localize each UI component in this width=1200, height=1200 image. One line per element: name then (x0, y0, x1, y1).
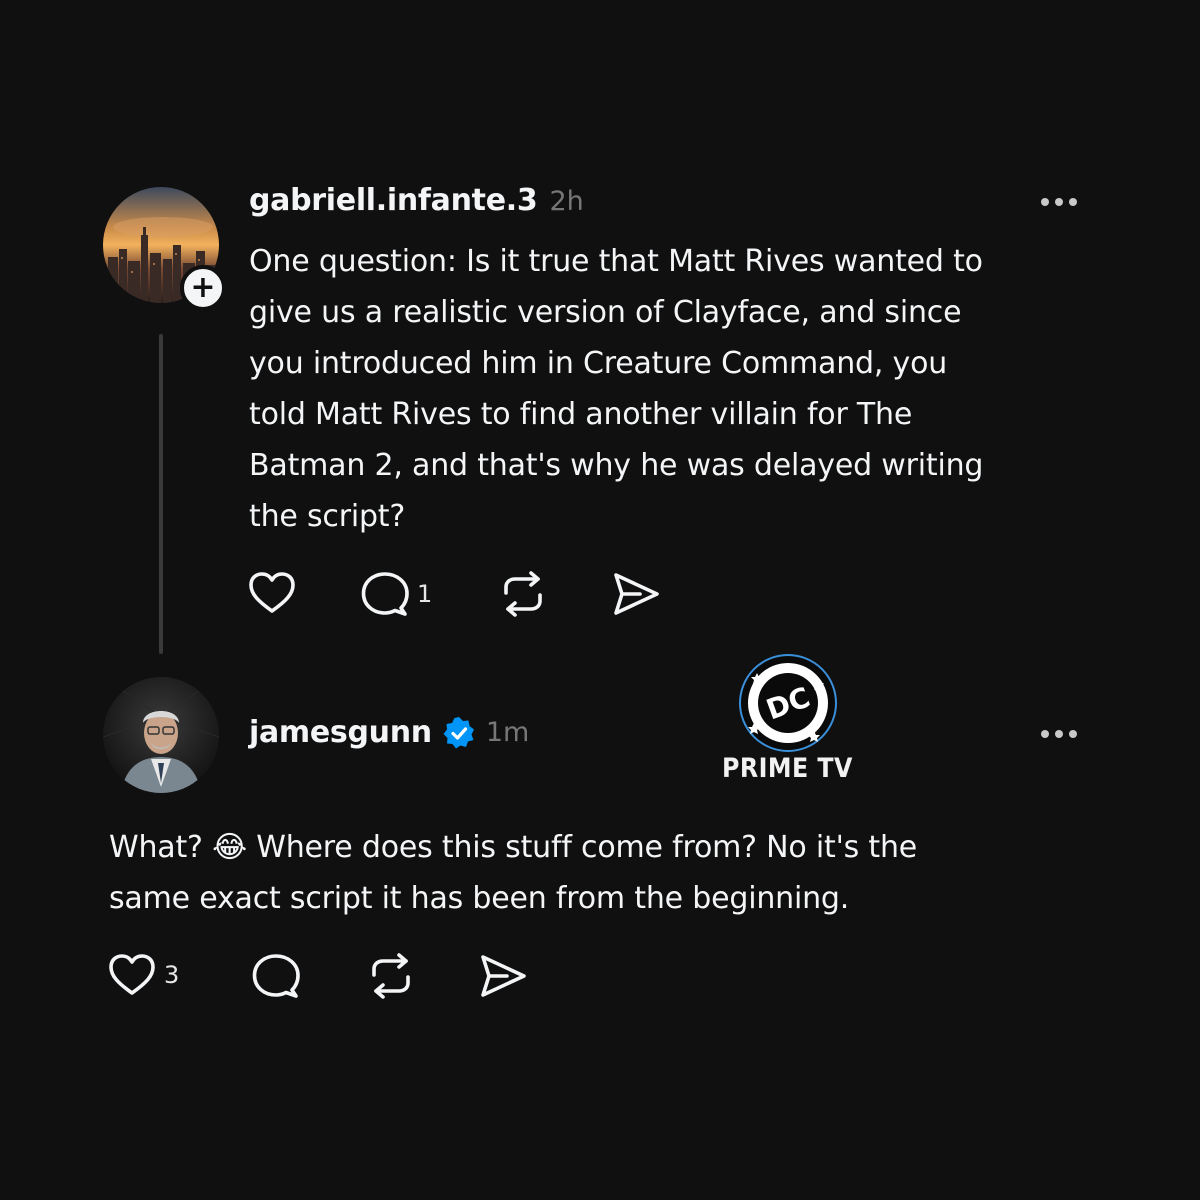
post-text-line: you introduced him in Creature Command, … (249, 346, 948, 381)
reply-text-line: What? 😂 Where does this stuff come from?… (109, 830, 918, 865)
heart-icon (109, 954, 155, 995)
post-share-button[interactable] (612, 571, 660, 617)
post-reply-button[interactable]: 1 (361, 571, 432, 617)
reply-share-button[interactable] (479, 953, 527, 999)
post-reply-count: 1 (417, 580, 433, 608)
post-text: One question: Is it true that Matt Rives… (249, 236, 1109, 542)
reply-header: jamesgunn 1m (249, 715, 529, 750)
post-text-line: One question: Is it true that Matt Rives… (249, 244, 983, 279)
thread-line (159, 334, 163, 654)
post-text-line: the script? (249, 499, 406, 534)
post-username[interactable]: gabriell.infante.3 (249, 183, 538, 218)
comment-icon (361, 572, 409, 616)
send-icon (614, 573, 659, 615)
avatar-jamesgunn[interactable] (103, 677, 219, 793)
reply-text-line: same exact script it has been from the b… (109, 881, 850, 916)
post-text-line: give us a realistic version of Clayface,… (249, 295, 962, 330)
dc-prime-tv-watermark: DC PRIME TV (722, 653, 878, 788)
post-text-line: told Matt Rives to find another villain … (249, 397, 913, 432)
dc-logo: DC (739, 654, 837, 752)
reply-repost-button[interactable] (366, 953, 416, 999)
reply-like-button[interactable]: 3 (108, 953, 179, 997)
follow-plus-button[interactable]: + (180, 265, 226, 311)
watermark-label: PRIME TV (722, 753, 853, 784)
repost-icon (372, 953, 410, 999)
post-more-dots-icon[interactable] (1041, 198, 1077, 206)
post-like-button[interactable] (248, 571, 296, 615)
reply-more-dots-icon[interactable] (1041, 730, 1077, 738)
reply-like-count: 3 (164, 961, 180, 989)
verified-badge-icon (443, 716, 474, 748)
send-icon (481, 955, 526, 997)
comment-icon (252, 954, 300, 998)
reply-timestamp: 1m (485, 717, 530, 748)
repost-icon (504, 571, 542, 617)
post-repost-button[interactable] (498, 571, 548, 617)
post-timestamp: 2h (549, 186, 584, 217)
reply-reply-button[interactable] (252, 953, 300, 999)
reply-text: What? 😂 Where does this stuff come from?… (109, 822, 1109, 924)
post-header: gabriell.infante.3 2h (249, 183, 584, 218)
reply-username[interactable]: jamesgunn (249, 715, 432, 750)
heart-icon (249, 572, 295, 613)
post-text-line: Batman 2, and that's why he was delayed … (249, 448, 984, 483)
